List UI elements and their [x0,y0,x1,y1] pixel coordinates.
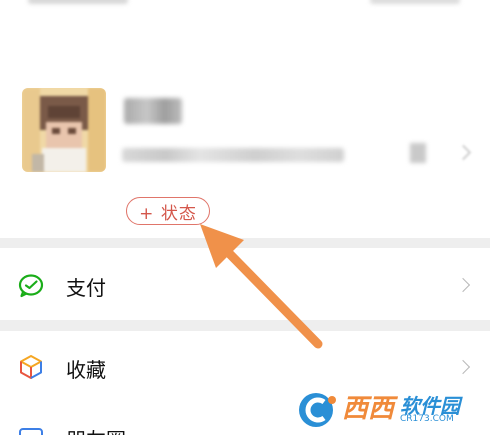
section-divider [0,320,490,331]
wechat-pay-icon [18,274,44,298]
wechat-id-blurred [122,148,344,162]
menu-item-label: 朋友圈 [66,424,126,435]
favorites-cube-icon [20,355,42,379]
chevron-right-icon [455,277,471,293]
qr-code-icon[interactable] [410,143,426,163]
add-status-button[interactable]: + 状态 [126,197,210,225]
add-status-label: + 状态 [139,203,197,224]
watermark-logo-icon [299,393,336,427]
menu-item-label: 收藏 [66,358,106,382]
nickname-blurred [124,98,182,124]
moments-icon [19,428,43,435]
status-bar-blurred [0,0,490,8]
site-watermark: 西西 软件园 CR173.COM [296,386,480,430]
section-divider [0,238,490,248]
avatar-image [22,88,106,172]
menu-item-pay[interactable]: 支付 [0,250,490,320]
menu-item-label: 支付 [66,276,106,300]
watermark-main: 西西 [342,394,395,424]
watermark-domain: CR173.COM [400,414,454,424]
avatar[interactable] [22,88,106,172]
profile-chevron-icon[interactable] [455,144,472,161]
chevron-right-icon [455,359,471,375]
